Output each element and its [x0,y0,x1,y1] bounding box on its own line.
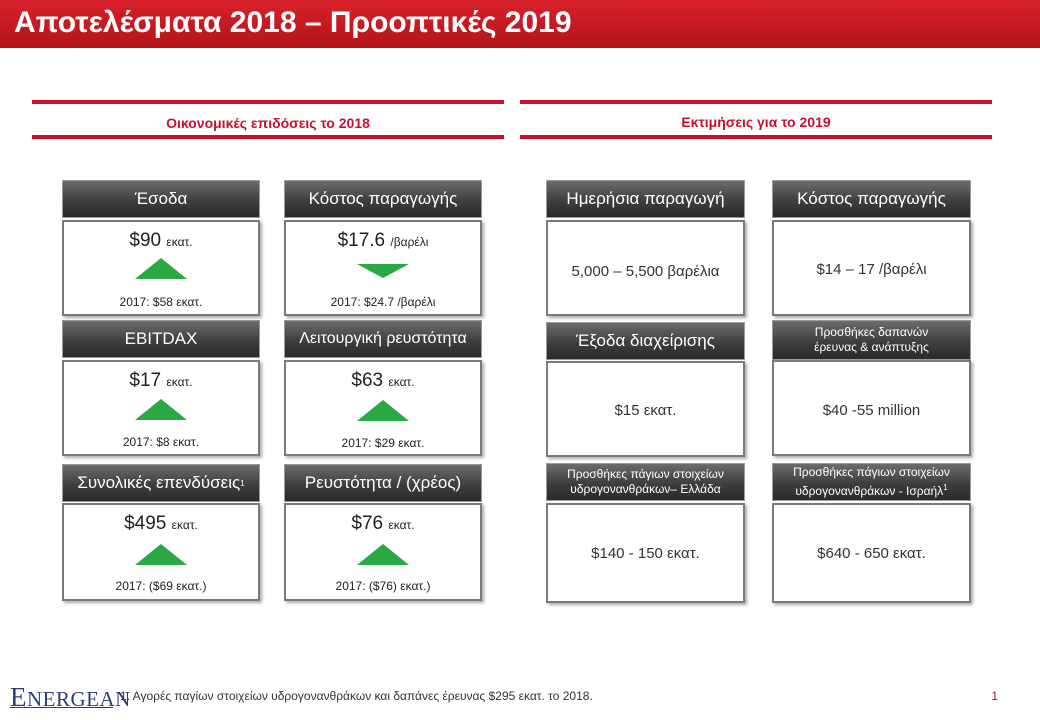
capex-israel-header: Προσθήκες πάγιων στοιχείων υδρογονανθράκ… [772,463,971,501]
operating-liquidity-header: Λειτουργική ρευστότητα [284,320,482,358]
capex-israel-header-label: Προσθήκες πάγιων στοιχείων υδρογονανθράκ… [773,465,970,499]
ebitdax-header: EBITDAX [62,320,260,358]
daily-production-header-label: Ημερήσια παραγωγή [566,189,725,208]
capex-greece-header-label: Προσθήκες πάγιων στοιχείων υδρογονανθράκ… [567,467,724,496]
exploration-additions-header-label: Προσθήκες δαπανών έρευνας & ανάπτυξης [814,325,929,354]
logo-underline [10,707,113,708]
trend-up-icon [135,258,187,279]
operating-liquidity-header-label: Λειτουργική ρευστότητα [299,330,467,347]
footnote: 1. Αγορές παγίων στοιχείων υδρογονανθράκ… [120,689,593,703]
capex-israel-header-text: Προσθήκες πάγιων στοιχείων υδρογονανθράκ… [793,465,950,498]
ebitdax-header-label: EBITDAX [124,329,198,348]
exploration-additions-card: $40 -55 million [772,360,971,456]
production-cost-estimate-header: Κόστος παραγωγής [772,180,971,218]
exploration-additions-value: $40 -55 million [822,402,921,419]
operating-liquidity-unit: εκατ. [388,375,415,389]
trend-down-icon [357,264,409,278]
production-cost-estimate-value: $14 – 17 /βαρέλι [816,261,927,278]
total-investment-value: $495 εκατ. [64,513,258,535]
revenue-value: $90 εκατ. [64,230,258,252]
production-cost-unit: /βαρέλι [390,235,429,249]
net-cash-header-label: Ρευστότητα / (χρέος) [304,473,462,492]
revenue-amount: $90 [129,230,162,251]
left-section-bottom-rule [32,135,504,139]
operating-liquidity-card: $63 εκατ. 2017: $29 εκατ. [284,360,482,456]
net-cash-card: $76 εκατ. 2017: ($76) εκατ.) [284,503,482,601]
trend-up-icon [135,399,187,420]
trend-up-icon [135,544,187,565]
net-cash-amount: $76 [351,513,384,534]
production-cost-card: $17.6 /βαρέλι 2017: $24.7 /βαρέλι [284,220,482,316]
daily-production-value: 5,000 – 5,500 βαρέλια [571,263,720,280]
total-investment-amount: $495 [124,513,167,534]
right-section-bottom-rule [520,135,992,139]
production-cost-prior: 2017: $24.7 /βαρέλι [330,295,436,309]
capex-israel-card: $640 - 650 εκατ. [772,503,971,603]
admin-expenses-card: $15 εκατ. [546,361,745,457]
net-cash-prior: 2017: ($76) εκατ.) [335,579,431,593]
net-cash-header: Ρευστότητα / (χρέος) [284,464,482,502]
admin-expenses-value: $15 εκατ. [614,402,677,419]
ebitdax-card: $17 εκατ. 2017: $8 εκατ. [62,360,260,456]
total-investment-card: $495 εκατ. 2017: ($69 εκατ.) [62,503,260,601]
revenue-header-label: Έσοδα [134,189,188,208]
production-cost-header-label: Κόστος παραγωγής [308,189,458,208]
energean-logo: ENERGEAN [10,682,131,712]
production-cost-value: $17.6 /βαρέλι [286,230,480,252]
admin-expenses-header-label: Έξοδα διαχείρισης [576,331,715,350]
right-section-title: Εκτιμήσεις για το 2019 [681,114,831,130]
production-cost-header: Κόστος παραγωγής [284,180,482,218]
revenue-header: Έσοδα [62,180,260,218]
trend-up-icon [357,544,409,565]
total-investment-header-label: Συνολικές επενδύσεις [77,473,241,492]
net-cash-unit: εκατ. [388,518,415,532]
trend-up-icon [357,400,409,421]
capex-greece-card: $140 - 150 εκατ. [546,503,745,603]
admin-expenses-header: Έξοδα διαχείρισης [546,322,745,360]
revenue-card: $90 εκατ. 2017: $58 εκατ. [62,220,260,316]
left-section-top-rule [32,100,504,104]
page-number: 1 [991,689,998,703]
production-cost-estimate-header-label: Κόστος παραγωγής [797,189,946,208]
daily-production-header: Ημερήσια παραγωγή [546,180,745,218]
page-title: Αποτελέσματα 2018 – Προοπτικές 2019 [14,6,572,39]
capex-greece-value: $140 - 150 εκατ. [591,545,700,562]
exploration-additions-header: Προσθήκες δαπανών έρευνας & ανάπτυξης [772,320,971,360]
operating-liquidity-prior: 2017: $29 εκατ. [341,436,425,450]
ebitdax-prior: 2017: $8 εκατ. [122,435,200,449]
capex-israel-value: $640 - 650 εκατ. [817,545,926,562]
operating-liquidity-amount: $63 [351,370,384,391]
revenue-unit: εκατ. [166,235,193,249]
footnote-marker: 1 [943,483,948,492]
right-section-top-rule [520,100,992,104]
title-bar: Αποτελέσματα 2018 – Προοπτικές 2019 [0,0,1040,48]
production-cost-amount: $17.6 [337,230,386,251]
total-investment-prior: 2017: ($69 εκατ.) [115,579,207,593]
footnote-marker: 1 [240,478,245,488]
production-cost-estimate-card: $14 – 17 /βαρέλι [772,220,971,316]
left-section-title: Οικονομικές επιδόσεις το 2018 [166,115,370,131]
capex-greece-header: Προσθήκες πάγιων στοιχείων υδρογονανθράκ… [546,463,745,501]
ebitdax-amount: $17 [129,370,162,391]
revenue-prior: 2017: $58 εκατ. [119,295,203,309]
net-cash-value: $76 εκατ. [286,513,480,535]
daily-production-card: 5,000 – 5,500 βαρέλια [546,220,745,316]
total-investment-header: Συνολικές επενδύσεις 1 [62,464,260,502]
ebitdax-value: $17 εκατ. [64,370,258,392]
operating-liquidity-value: $63 εκατ. [286,370,480,392]
total-investment-unit: εκατ. [171,518,198,532]
ebitdax-unit: εκατ. [166,375,193,389]
